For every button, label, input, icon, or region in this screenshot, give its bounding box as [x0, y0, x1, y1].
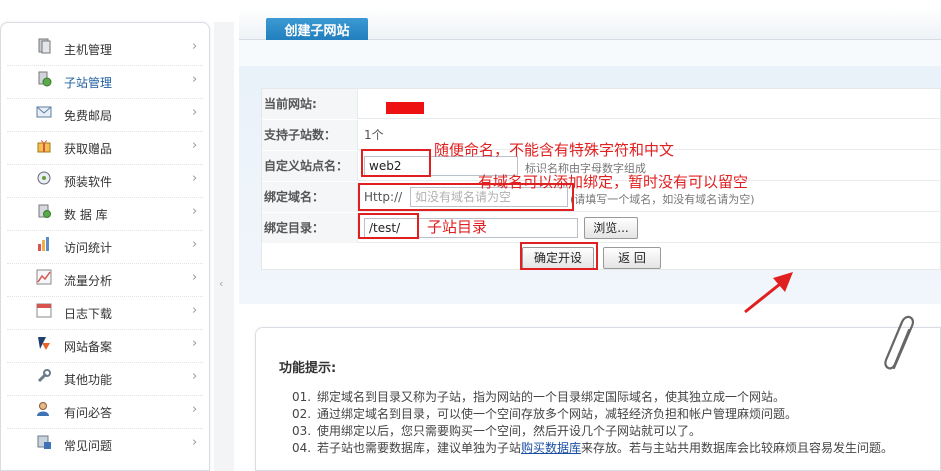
annotation-box-name [361, 149, 431, 177]
tip-text: 通过绑定域名到目录，可以使一个空间存放多个网站，减轻经济负担和帐户管理麻烦问题。 [317, 407, 798, 421]
sidebar-item-label: 获取赠品 [64, 142, 113, 156]
chevron-right-icon: › [192, 237, 198, 252]
calendar-icon [36, 303, 52, 318]
tip-number: 03. [292, 424, 312, 438]
chevron-right-icon: › [192, 303, 198, 318]
back-button[interactable]: 返 回 [603, 247, 661, 269]
faq-icon [37, 435, 51, 449]
server-icon [38, 38, 51, 54]
annotation-arrow-icon [744, 272, 793, 314]
chevron-right-icon: › [192, 171, 198, 186]
tip-line: 04. 若子站也需要数据库，建议单独为子站购买数据库来存放。若与主站共用数据库会比… [292, 439, 893, 456]
sidebar-item-record[interactable]: 网站备案 › [1, 329, 209, 362]
user-help-icon [37, 402, 49, 416]
current-site-label: 当前网站: [262, 89, 358, 119]
tip-text: 来存放。若与主站共用数据库会比较麻烦且容易发生问题。 [581, 441, 894, 455]
sidebar-menu: 主机管理 › 子站管理 › 免费邮局 › 获取赠品 › 预装软件 › 数 据 库… [0, 22, 210, 471]
header-strip [239, 40, 941, 66]
wrench-icon [37, 369, 51, 383]
tips-title: 功能提示: [279, 361, 337, 376]
gift-icon [37, 140, 51, 153]
sidebar-item-label: 预装软件 [64, 175, 113, 189]
row-current-site: 当前网站: [262, 89, 941, 119]
software-icon [37, 171, 51, 185]
page: 主机管理 › 子站管理 › 免费邮局 › 获取赠品 › 预装软件 › 数 据 库… [0, 0, 941, 471]
sidebar-item-faq[interactable]: 常见问题 › [1, 428, 209, 461]
sidebar-item-label: 数 据 库 [64, 208, 108, 222]
sidebar-item-subsite[interactable]: 子站管理 › [1, 65, 209, 98]
sidebar-item-logs[interactable]: 日志下载 › [1, 296, 209, 329]
sidebar-item-label: 主机管理 [64, 43, 113, 57]
sidebar-item-faq-ask[interactable]: 有问必答 › [1, 395, 209, 428]
chevron-right-icon: › [192, 138, 198, 153]
sidebar-item-other[interactable]: 其他功能 › [1, 362, 209, 395]
tip-text: 绑定域名到目录又称为子站，指为网站的一个目录绑定国际域名，使其独立成一个网站。 [317, 390, 786, 404]
sidebar-item-software[interactable]: 预装软件 › [1, 164, 209, 197]
redacted-site-name [386, 102, 424, 114]
chevron-right-icon: › [192, 270, 198, 285]
annotation-note-name: 随便命名，不能含有特殊字符和中文 [434, 141, 675, 159]
tip-text: 若子站也需要数据库，建议单独为子站 [317, 441, 522, 455]
stats-icon [38, 237, 49, 251]
tip-line: 03. 使用绑定以后，您只需要购买一个空间，然后开设几个子网站就可以了。 [292, 422, 701, 439]
chevron-right-icon: › [192, 435, 198, 450]
record-icon [38, 337, 50, 350]
directory-label: 绑定目录： [262, 213, 358, 243]
database-icon [38, 204, 51, 218]
sidebar-item-label: 日志下载 [64, 307, 113, 321]
sidebar-item-label: 流量分析 [64, 274, 113, 288]
annotation-box-dir [358, 213, 419, 239]
sidebar-item-traffic[interactable]: 流量分析 › [1, 263, 209, 296]
sidebar-item-mail[interactable]: 免费邮局 › [1, 98, 209, 131]
tips-panel: 功能提示: 01. 绑定域名到目录又称为子站，指为网站的一个目录绑定国际域名，使其… [255, 315, 941, 471]
support-count-label: 支持子站数： [262, 120, 358, 150]
chevron-right-icon: › [192, 369, 198, 384]
sidebar-item-host[interactable]: 主机管理 › [1, 32, 209, 65]
sidebar-item-label: 有问必答 [64, 406, 113, 420]
tip-line: 01. 绑定域名到目录又称为子站，指为网站的一个目录绑定国际域名，使其独立成一个网… [292, 388, 785, 405]
sidebar-item-label: 免费邮局 [64, 109, 113, 123]
sidebar-item-database[interactable]: 数 据 库 › [1, 197, 209, 230]
sidebar-item-label: 网站备案 [64, 340, 113, 354]
subsite-icon [38, 71, 52, 87]
sidebar-item-stats[interactable]: 访问统计 › [1, 230, 209, 263]
browse-button[interactable]: 浏览... [584, 217, 638, 239]
main-content: 创建子网站 当前网站: 支持子站数： 1个 自定义站点名： web2 标识名称由… [239, 0, 941, 471]
support-count-value: 1个 [364, 128, 384, 142]
paperclip-icon [884, 315, 914, 370]
domain-hint: (请填写一个域名，如没有域名请为空) [570, 193, 755, 206]
sidebar-splitter[interactable]: ‹ [214, 22, 234, 471]
domain-label: 绑定域名： [262, 182, 358, 212]
tip-number: 02. [292, 407, 312, 421]
tab-bar: 创建子网站 [239, 8, 941, 46]
tip-number: 04. [292, 441, 312, 455]
sidebar-item-label: 其他功能 [64, 373, 113, 387]
chevron-right-icon: › [192, 72, 198, 87]
sidebar-item-label: 访问统计 [64, 241, 113, 255]
mail-icon [36, 106, 52, 118]
buy-database-link[interactable]: 购买数据库 [521, 441, 581, 455]
traffic-chart-icon [36, 269, 52, 285]
collapse-arrow-icon[interactable]: ‹ [219, 277, 223, 290]
sidebar-item-gift[interactable]: 获取赠品 › [1, 131, 209, 164]
annotation-note-dir: 子站目录 [427, 218, 488, 236]
chevron-right-icon: › [192, 336, 198, 351]
sidebar-item-label: 子站管理 [64, 76, 113, 90]
tip-text: 使用绑定以后，您只需要购买一个空间，然后开设几个子网站就可以了。 [317, 424, 702, 438]
chevron-right-icon: › [192, 204, 198, 219]
chevron-right-icon: › [192, 402, 198, 417]
chevron-right-icon: › [192, 105, 198, 120]
sidebar-item-label: 常见问题 [64, 439, 113, 453]
tip-number: 01. [292, 390, 312, 404]
tip-line: 02. 通过绑定域名到目录，可以使一个空间存放多个网站，减轻经济负担和帐户管理麻烦… [292, 405, 797, 422]
custom-name-label: 自定义站点名： [262, 151, 358, 181]
annotation-note-domain: 有域名可以添加绑定，暂时没有可以留空 [478, 173, 749, 191]
chevron-right-icon: › [192, 39, 198, 54]
annotation-box-submit [520, 242, 598, 270]
